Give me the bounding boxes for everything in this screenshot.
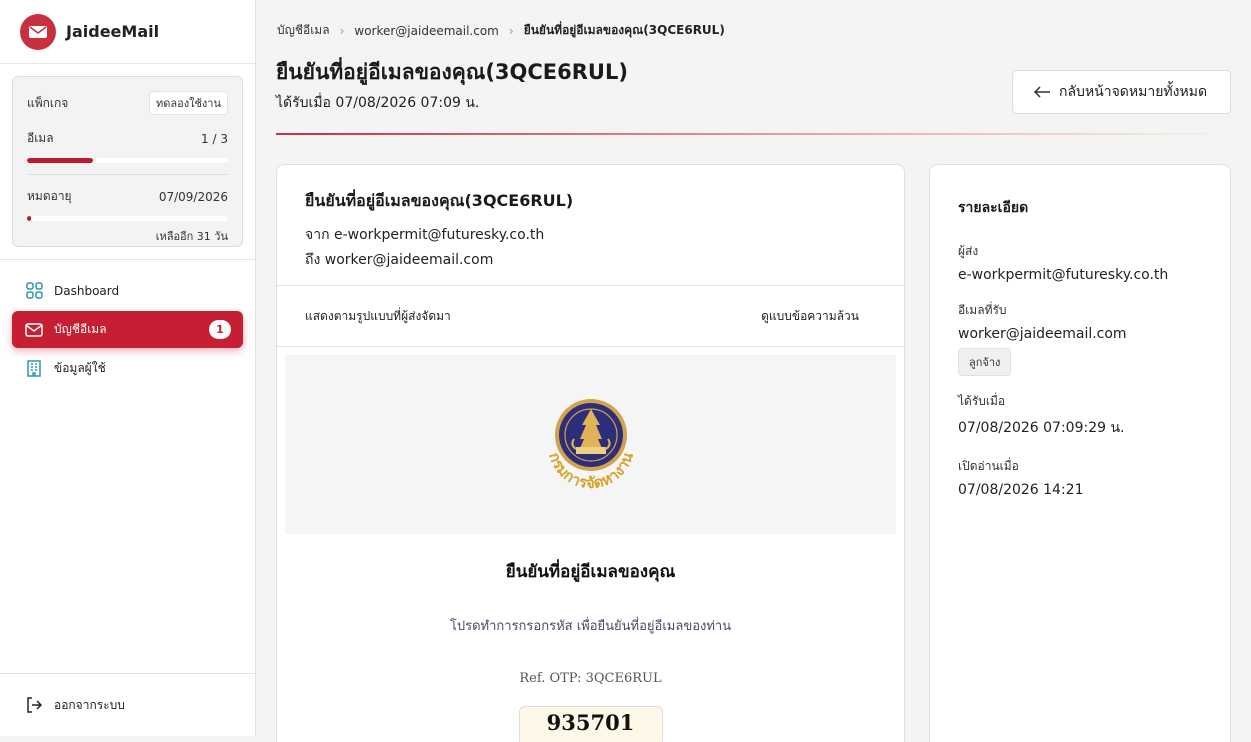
view-mode-row: แสดงตามรูปแบบที่ผู้ส่งจัดมา ดูแบบข้อความ…: [277, 286, 904, 347]
nav-user-info[interactable]: ข้อมูลผู้ใช้: [12, 350, 243, 387]
email-quota-label: อีเมล: [27, 131, 54, 145]
remaining-days: เหลืออีก 31 วัน: [155, 230, 228, 243]
logout-icon: [25, 696, 43, 714]
sidebar-nav: Dashboard บัญชีอีเมล 1 ข้อมูลผู้ใช้: [12, 272, 243, 389]
header-divider: [276, 133, 1231, 135]
back-button-label: กลับหน้าจดหมายทั้งหมด: [1059, 84, 1208, 100]
chevron-right-icon: ›: [339, 23, 345, 38]
logout-label: ออกจากระบบ: [54, 697, 125, 712]
email-instruction: โปรดทำการกรอกรหัส เพื่อยืนยันที่อยู่อีเม…: [449, 619, 732, 634]
package-panel: แพ็กเกจ ทดลองใช้งาน อีเมล 1 / 3 หมดอายุ …: [12, 76, 243, 247]
opened-label: เปิดอ่านเมื่อ: [958, 459, 1019, 473]
details-panel: รายละเอียด ผู้ส่ง e-workpermit@futuresky…: [929, 164, 1231, 742]
nav-mail-accounts[interactable]: บัญชีอีเมล 1: [12, 311, 243, 348]
mail-body: กรมการจัดหางาน ยืนยันที่อยู่อีเมลของคุณ …: [285, 355, 896, 742]
sidebar: JaideeMail แพ็กเกจ ทดลองใช้งาน อีเมล 1 /…: [0, 0, 256, 736]
view-plain-text-link[interactable]: ดูแบบข้อความล้วน: [761, 307, 859, 326]
expiry-bar: [27, 216, 228, 221]
building-icon: [25, 360, 43, 378]
nav-dashboard[interactable]: Dashboard: [12, 272, 243, 309]
page-title: ยืนยันที่อยู่อีเมลของคุณ(3QCE6RUL): [276, 60, 628, 84]
breadcrumb-current: ยืนยันที่อยู่อีเมลของคุณ(3QCE6RUL): [523, 23, 725, 37]
otp-code: 935701: [518, 706, 663, 742]
mail-subject: ยืนยันที่อยู่อีเมลของคุณ(3QCE6RUL): [305, 191, 574, 210]
mail-icon: [25, 321, 43, 339]
recipient-value: worker@jaideemail.com: [958, 326, 1127, 342]
recipient-label: อีเมลที่รับ: [958, 303, 1007, 317]
nav-dashboard-label: Dashboard: [54, 283, 120, 298]
mail-logo-icon: [20, 13, 56, 50]
received-value: 07/08/2026 07:09:29 น.: [958, 420, 1125, 436]
email-quota-count: 1 / 3: [201, 131, 228, 146]
sender-label: ผู้ส่ง: [958, 244, 979, 258]
breadcrumb-mail-accounts[interactable]: บัญชีอีเมล: [277, 21, 330, 40]
mail-hero: กรมการจัดหางาน: [285, 355, 896, 534]
package-label: แพ็กเกจ: [27, 95, 69, 110]
breadcrumb-account[interactable]: worker@jaideemail.com: [354, 24, 499, 38]
mail-card: ยืนยันที่อยู่อีเมลของคุณ(3QCE6RUL) จาก e…: [276, 164, 905, 742]
mail-from: จาก e-workpermit@futuresky.co.th: [305, 227, 545, 243]
department-seal-icon: กรมการจัดหางาน: [545, 398, 637, 492]
details-title: รายละเอียด: [958, 200, 1029, 216]
nav-mail-accounts-label: บัญชีอีเมล: [54, 322, 107, 336]
view-formatted-tab[interactable]: แสดงตามรูปแบบที่ผู้ส่งจัดมา: [305, 307, 451, 326]
expiry-date: 07/09/2026: [158, 189, 228, 204]
mail-header: ยืนยันที่อยู่อีเมลของคุณ(3QCE6RUL) จาก e…: [277, 165, 904, 286]
expiry-bar-fill: [27, 216, 32, 221]
mail-to: ถึง worker@jaideemail.com: [305, 252, 494, 268]
email-quota-bar: [27, 158, 228, 163]
nav-user-info-label: ข้อมูลผู้ใช้: [54, 361, 106, 375]
sender-value: e-workpermit@futuresky.co.th: [958, 267, 1169, 283]
opened-value: 07/08/2026 14:21: [958, 482, 1084, 498]
breadcrumb: บัญชีอีเมล › worker@jaideemail.com › ยืน…: [277, 21, 725, 40]
brand[interactable]: JaideeMail: [0, 0, 255, 64]
back-to-all-mail-button[interactable]: กลับหน้าจดหมายทั้งหมด: [1012, 70, 1231, 114]
otp-reference: Ref. OTP: 3QCE6RUL: [519, 671, 662, 686]
package-badge: ทดลองใช้งาน: [148, 91, 228, 115]
logout-button[interactable]: ออกจากระบบ: [0, 673, 255, 736]
chevron-right-icon: ›: [508, 23, 514, 38]
email-quota-bar-fill: [27, 158, 94, 163]
arrow-left-icon: [1033, 85, 1051, 99]
received-at: ได้รับเมื่อ 07/08/2026 07:09 น.: [276, 95, 480, 111]
received-label: ได้รับเมื่อ: [958, 394, 1006, 408]
recipient-tag: ลูกจ้าง: [958, 348, 1012, 376]
expiry-label: หมดอายุ: [27, 189, 72, 203]
dashboard-icon: [25, 282, 43, 300]
email-heading: ยืนยันที่อยู่อีเมลของคุณ: [505, 562, 676, 582]
app-name: JaideeMail: [66, 22, 160, 41]
nav-mail-accounts-count: 1: [209, 320, 231, 339]
